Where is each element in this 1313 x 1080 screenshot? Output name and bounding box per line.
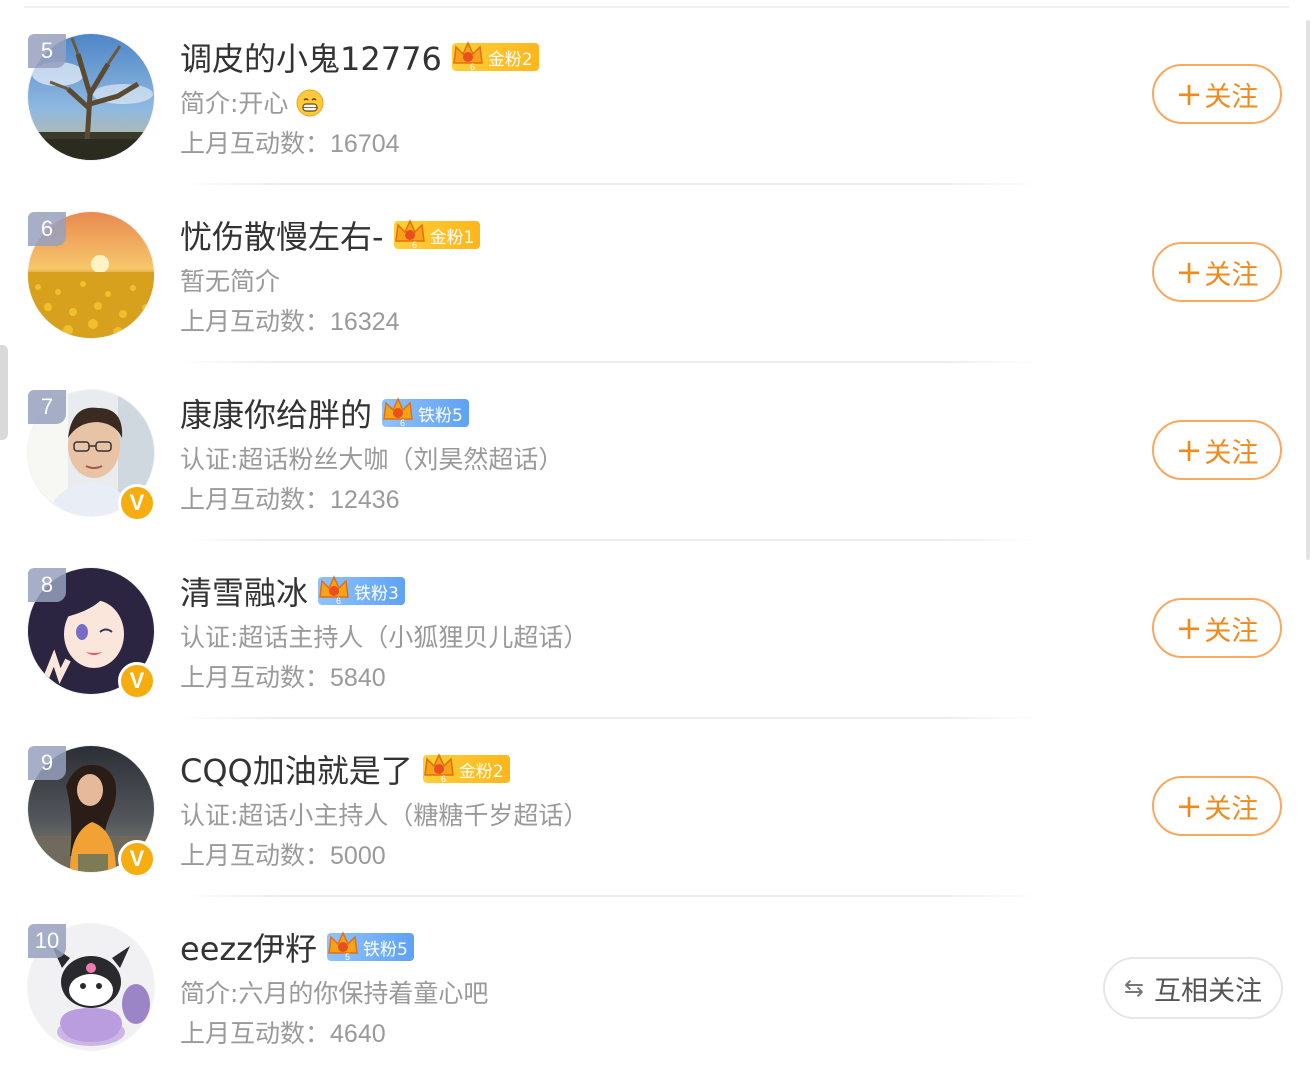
interaction-count: 上月互动数：12436 bbox=[180, 485, 400, 514]
rank-badge: 9 bbox=[28, 746, 66, 780]
svg-text:6: 6 bbox=[412, 240, 417, 250]
crown-icon: 6 bbox=[452, 41, 483, 72]
rank-badge: 5 bbox=[28, 34, 66, 68]
fan-level-badge: 5 铁粉5 bbox=[326, 931, 414, 962]
rank-badge: 8 bbox=[28, 568, 66, 602]
fan-level-badge: 6 铁粉3 bbox=[318, 575, 405, 606]
name-line: CQQ加油就是了 6 金粉2 bbox=[180, 748, 510, 790]
badge-label: 铁粉3 bbox=[354, 583, 399, 604]
name-line: 忧伤散慢左右- 6 金粉1 bbox=[180, 212, 481, 258]
plus-icon: + bbox=[1175, 431, 1203, 469]
badge-label: 金粉2 bbox=[487, 49, 533, 70]
crown-icon: 6 bbox=[394, 219, 425, 250]
svg-text:6: 6 bbox=[336, 596, 341, 606]
plus-icon: + bbox=[1175, 253, 1203, 291]
follow-button[interactable]: + 关注 bbox=[1152, 64, 1282, 124]
svg-text:5: 5 bbox=[345, 952, 350, 962]
list-item[interactable]: 9 V CQQ加油就是了 6 金粉2 认证:超话小主持人（糖糖千岁超话） 上月互… bbox=[0, 712, 1313, 897]
crown-icon: 6 bbox=[423, 753, 454, 784]
crown-icon: 6 bbox=[319, 575, 349, 606]
name-line: 康康你给胖的 6 铁粉5 bbox=[180, 392, 469, 434]
verified-icon: V bbox=[118, 662, 156, 700]
mutual-follow-button[interactable]: ⇆ 互相关注 bbox=[1103, 957, 1283, 1019]
follow-button[interactable]: + 关注 bbox=[1152, 420, 1282, 480]
name-line: eezz伊籽 5 铁粉5 bbox=[180, 926, 414, 968]
name-line: 调皮的小鬼12776 6 金粉2 bbox=[180, 36, 539, 78]
list-item[interactable]: 5 调皮的小鬼12776 6 金粉2 简介:开心 上月互动数：16704 + 关… bbox=[0, 0, 1313, 185]
user-description: 暂无简介 bbox=[180, 267, 281, 296]
rank-badge: 10 bbox=[28, 924, 66, 958]
crown-icon: 5 bbox=[328, 931, 358, 962]
badge-label: 金粉1 bbox=[429, 227, 475, 248]
list-item[interactable]: 7 V 康康你给胖的 6 铁粉5 认证:超话粉丝大咖（刘昊然超话） 上月互动数：… bbox=[0, 356, 1313, 541]
fan-level-badge: 6 金粉2 bbox=[451, 41, 539, 72]
user-description: 认证:超话粉丝大咖（刘昊然超话） bbox=[180, 445, 564, 474]
username[interactable]: 忧伤散慢左右- bbox=[180, 212, 384, 258]
plus-icon: + bbox=[1175, 787, 1203, 825]
user-description: 简介:六月的你保持着童心吧 bbox=[180, 979, 489, 1008]
follow-button[interactable]: + 关注 bbox=[1152, 242, 1282, 302]
svg-text:6: 6 bbox=[400, 418, 405, 428]
verified-icon: V bbox=[118, 840, 156, 878]
list-item[interactable]: 8 V 清雪融冰 6 铁粉3 认证:超话主持人（小狐狸贝儿超话） 上月互动数：5… bbox=[0, 534, 1313, 719]
username[interactable]: eezz伊籽 bbox=[180, 924, 317, 970]
username[interactable]: 康康你给胖的 bbox=[180, 390, 372, 436]
name-line: 清雪融冰 6 铁粉3 bbox=[180, 570, 405, 612]
plus-icon: + bbox=[1175, 75, 1203, 113]
interaction-count: 上月互动数：4640 bbox=[180, 1019, 386, 1048]
fan-level-badge: 6 铁粉5 bbox=[382, 397, 469, 428]
fan-level-badge: 6 金粉2 bbox=[422, 753, 510, 784]
fan-level-badge: 6 金粉1 bbox=[393, 219, 481, 250]
interaction-count: 上月互动数：5000 bbox=[180, 841, 386, 870]
username[interactable]: 清雪融冰 bbox=[180, 568, 308, 614]
username[interactable]: CQQ加油就是了 bbox=[180, 746, 413, 792]
user-description: 认证:超话小主持人（糖糖千岁超话） bbox=[180, 801, 589, 830]
user-description: 认证:超话主持人（小狐狸贝儿超话） bbox=[180, 623, 589, 652]
grin-emoji-icon bbox=[296, 89, 324, 117]
svg-text:6: 6 bbox=[470, 62, 475, 72]
badge-label: 金粉2 bbox=[458, 761, 504, 782]
follow-button[interactable]: + 关注 bbox=[1152, 598, 1282, 658]
verified-icon: V bbox=[118, 484, 156, 522]
interaction-count: 上月互动数：16704 bbox=[180, 129, 400, 158]
badge-label: 铁粉5 bbox=[362, 939, 408, 960]
plus-icon: + bbox=[1175, 609, 1203, 647]
list-item[interactable]: 6 忧伤散慢左右- 6 金粉1 暂无简介 上月互动数：16324 + 关注 bbox=[0, 178, 1313, 363]
crown-icon: 6 bbox=[383, 397, 413, 428]
follow-button[interactable]: + 关注 bbox=[1152, 776, 1282, 836]
username[interactable]: 调皮的小鬼12776 bbox=[180, 34, 442, 80]
svg-text:6: 6 bbox=[441, 774, 446, 784]
interaction-count: 上月互动数：16324 bbox=[180, 307, 400, 336]
rank-badge: 7 bbox=[28, 390, 66, 424]
rank-badge: 6 bbox=[28, 212, 66, 246]
swap-arrows-icon: ⇆ bbox=[1123, 974, 1145, 1002]
badge-label: 铁粉5 bbox=[418, 405, 463, 426]
interaction-count: 上月互动数：5840 bbox=[180, 663, 386, 692]
user-description: 简介:开心 bbox=[180, 84, 324, 120]
